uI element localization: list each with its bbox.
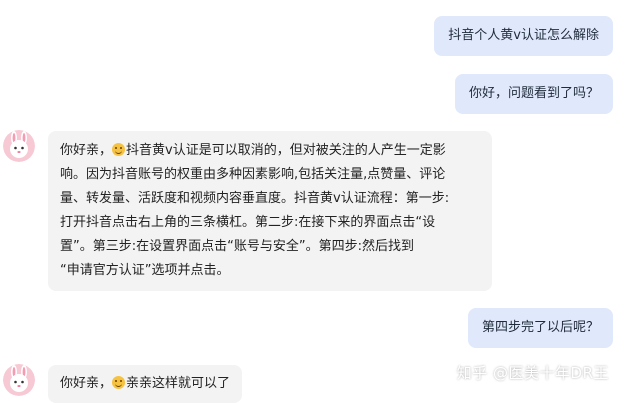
user-message: 第四步完了以后呢？: [467, 308, 613, 348]
message-text: 亲亲这样就可以了: [126, 376, 231, 391]
bunny-avatar-icon[interactable]: [3, 364, 35, 396]
message-text: 抖音个人黄v认证怎么解除: [448, 28, 599, 43]
message-text: 第四步完了以后呢？: [481, 320, 599, 335]
message-line: 你好亲， 亲亲这样就可以了: [60, 372, 230, 396]
watermark: 知乎 @医美十年DR王: [456, 364, 609, 382]
user-message: 你好，问题看到了吗？: [454, 74, 613, 114]
smile-emoji-icon: [112, 376, 126, 389]
smile-emoji-icon: [112, 143, 126, 156]
message-line: 打开抖音点击右上角的三条横杠。第二步:在接下来的界面点击“设: [60, 215, 436, 230]
bunny-avatar-icon[interactable]: [3, 130, 35, 162]
message-text: 抖音黄v认证是可以取消的，但对被关注的人产生一定影: [126, 143, 446, 158]
chat-thread: 抖音个人黄v认证怎么解除 你好，问题看到了吗？ 你好亲， 抖音黄v认证是可以取消的…: [0, 0, 625, 403]
bot-message: 你好亲， 抖音黄v认证是可以取消的，但对被关注的人产生一定影 响。因为抖音账号的权…: [48, 131, 492, 291]
message-line: 量、转发量、活跃度和视频内容垂直度。抖音黄v认证流程：第一步:: [60, 191, 450, 206]
message-text: 你好亲，: [60, 376, 113, 391]
message-line: 响。因为抖音账号的权重由多种因素影响,包括关注量,点赞量、评论: [60, 167, 446, 182]
message-line: 置”。第三步:在设置界面点击“账号与安全”。第四步:然后找到: [60, 239, 414, 254]
message-line: “申请官方认证”选项并点击。: [60, 263, 230, 278]
message-text: 你好，问题看到了吗？: [468, 86, 599, 101]
message-text: 你好亲，: [60, 143, 113, 158]
message-line: 你好亲， 抖音黄v认证是可以取消的，但对被关注的人产生一定影: [60, 139, 480, 163]
bot-message: 你好亲， 亲亲这样就可以了: [48, 365, 243, 403]
user-message: 抖音个人黄v认证怎么解除: [434, 16, 613, 56]
